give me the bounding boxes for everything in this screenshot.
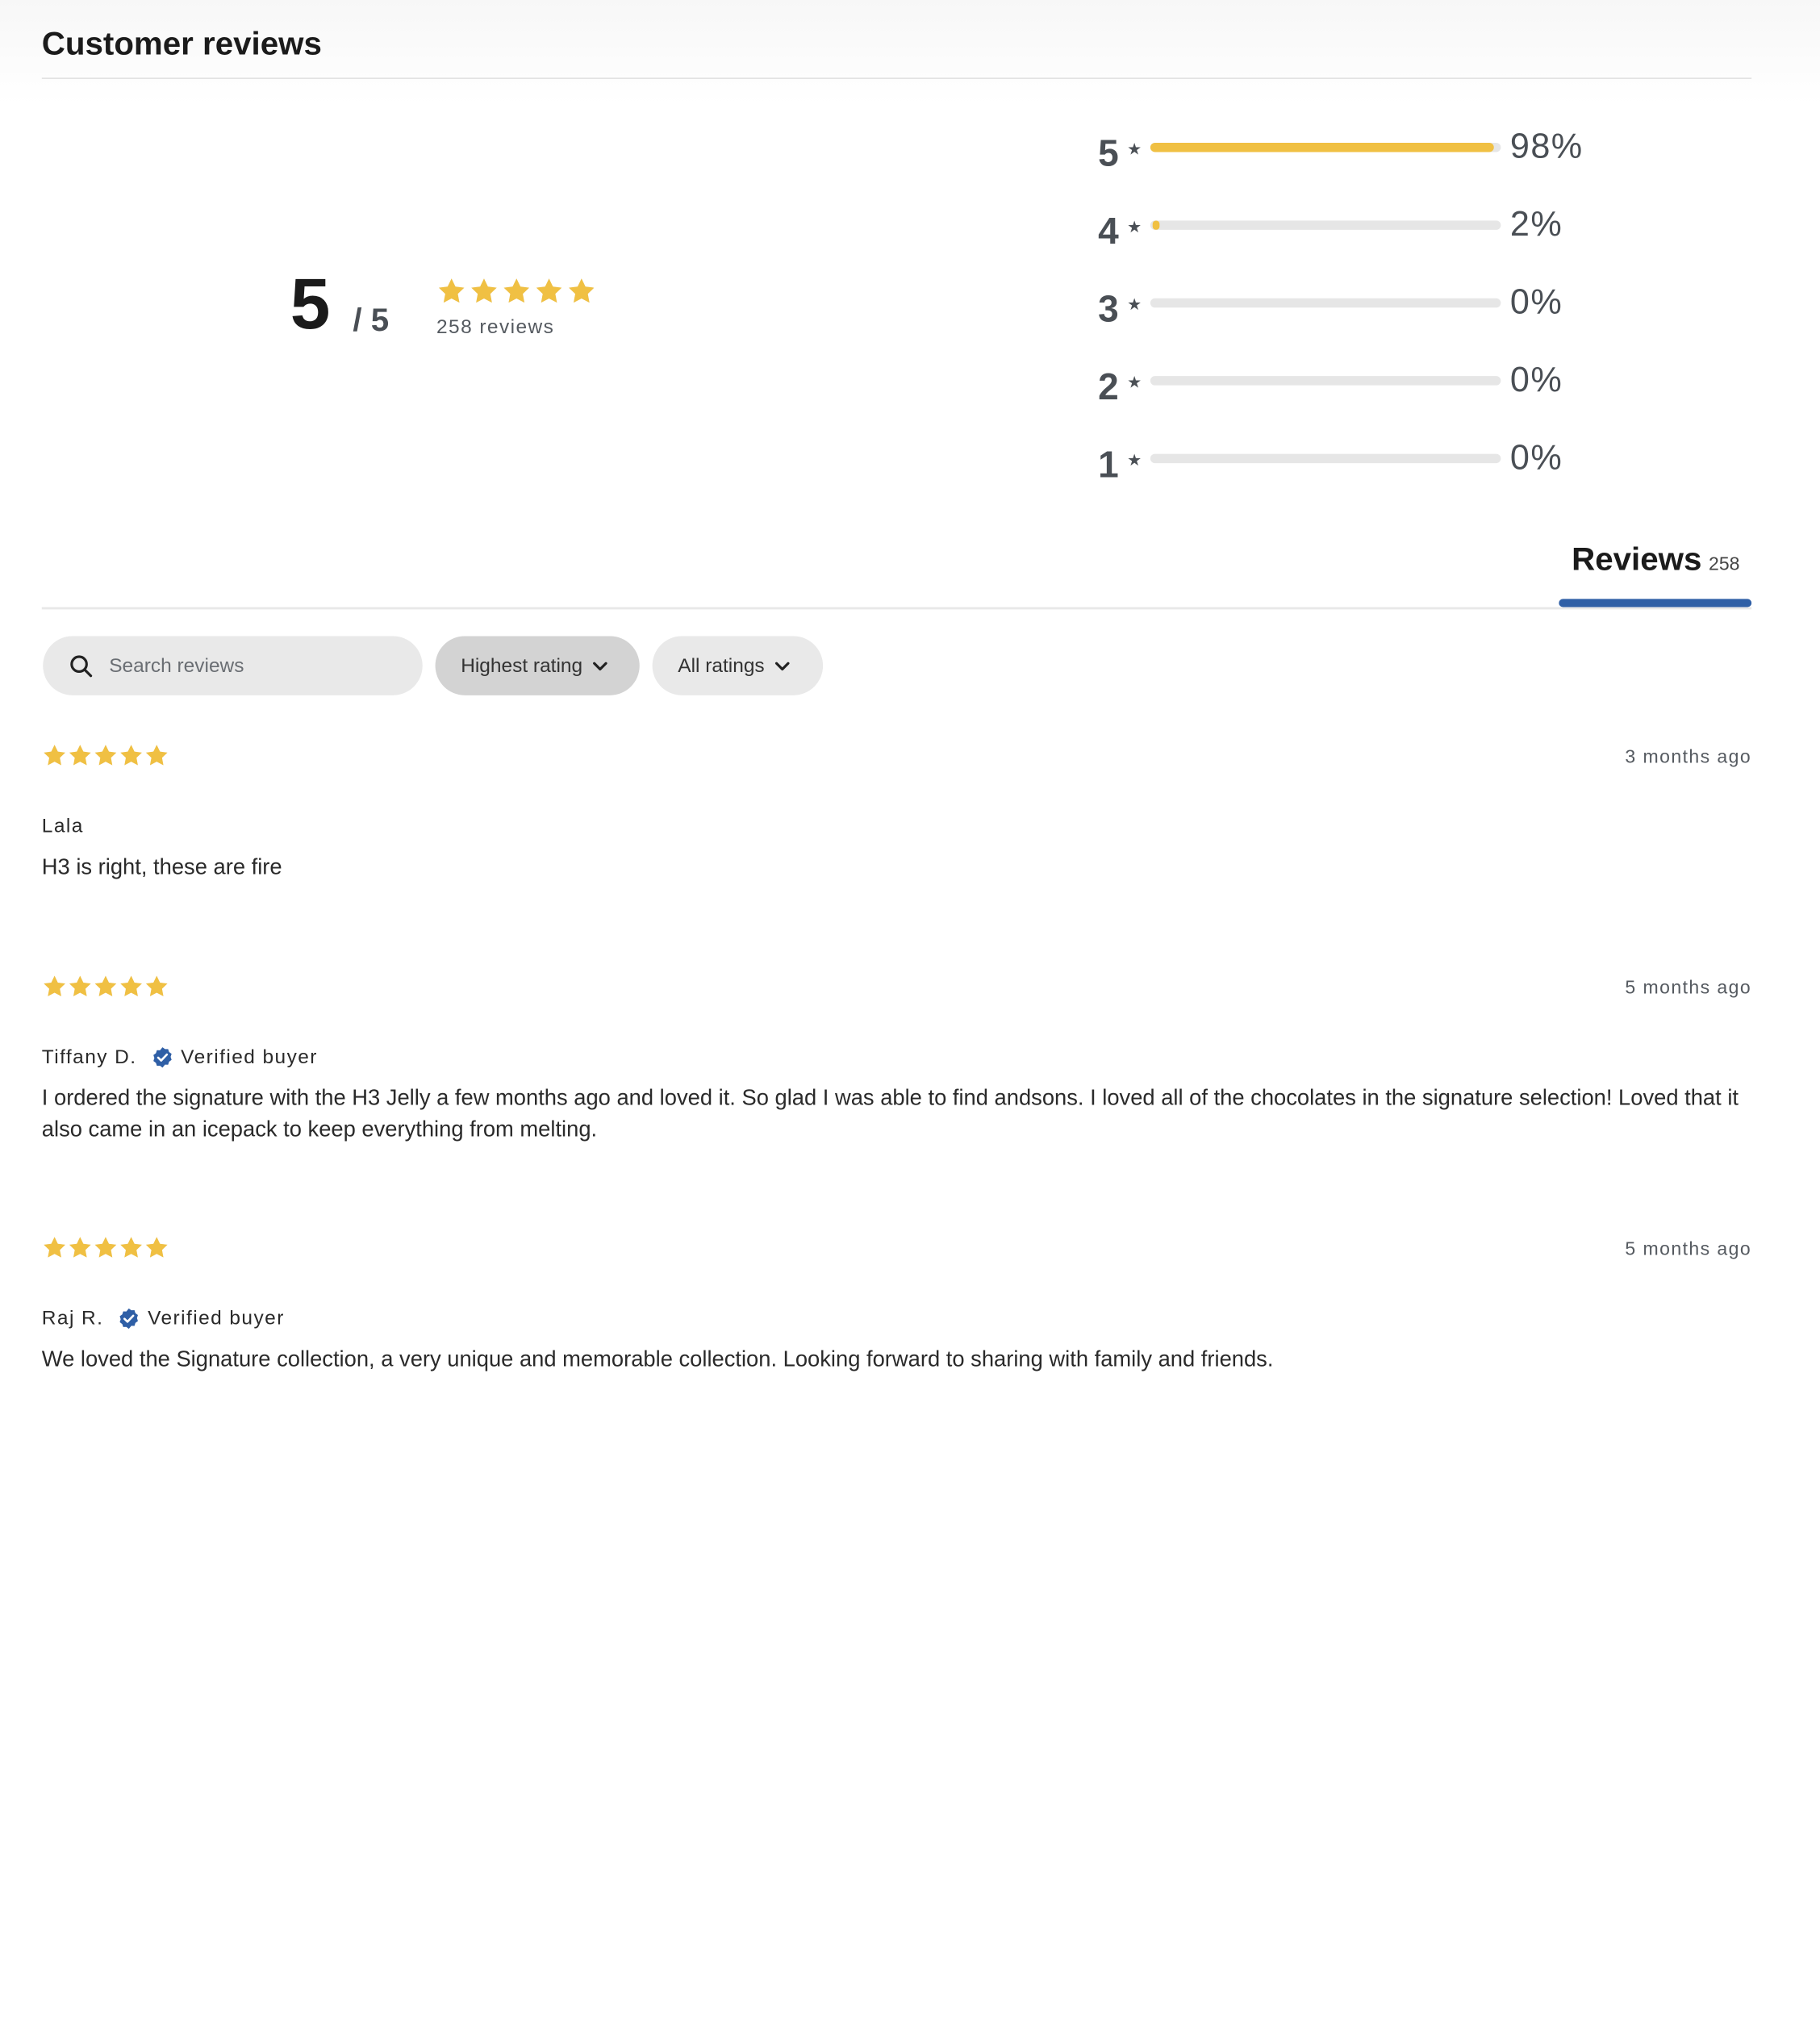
star-icon bbox=[119, 1235, 144, 1261]
star-icon bbox=[93, 974, 119, 1000]
tab-reviews[interactable]: Reviews 258 bbox=[1572, 541, 1739, 578]
reviews-section: Customer reviews 5 / 5 258 reviews 5 ★ 9… bbox=[0, 0, 1820, 1411]
divider bbox=[41, 77, 1752, 79]
summary-star-rating bbox=[436, 276, 597, 306]
star-icon bbox=[436, 276, 466, 306]
star-icon bbox=[534, 276, 564, 306]
chevron-down-icon bbox=[592, 661, 607, 670]
distribution-star-number: 3 bbox=[1098, 287, 1119, 330]
search-icon bbox=[70, 654, 93, 677]
tab-reviews-label: Reviews bbox=[1572, 541, 1702, 578]
review-date: 5 months ago bbox=[1625, 1239, 1752, 1260]
review-date: 3 months ago bbox=[1625, 747, 1752, 768]
distribution-bar bbox=[1150, 220, 1501, 230]
sort-dropdown[interactable]: Highest rating bbox=[435, 636, 640, 695]
distribution-percent: 0% bbox=[1509, 438, 1563, 478]
distribution-bar bbox=[1150, 453, 1501, 464]
average-score: 5 bbox=[290, 265, 331, 345]
chevron-down-icon bbox=[774, 661, 790, 670]
review-date: 5 months ago bbox=[1625, 978, 1752, 999]
search-input[interactable] bbox=[106, 653, 402, 678]
verified-buyer-label: Verified buyer bbox=[181, 1046, 318, 1068]
divider bbox=[41, 607, 1752, 610]
distribution-star-number: 2 bbox=[1098, 365, 1119, 408]
star-icon bbox=[67, 974, 93, 1000]
star-icon bbox=[144, 974, 169, 1000]
review-author: Raj R. Verified buyer bbox=[42, 1307, 285, 1330]
distribution-row-5[interactable]: 5 ★ 98% bbox=[1098, 125, 1632, 202]
star-icon bbox=[502, 276, 532, 306]
star-icon bbox=[93, 743, 119, 769]
star-icon bbox=[42, 1235, 68, 1261]
distribution-star-number: 4 bbox=[1098, 210, 1119, 253]
verified-badge-icon bbox=[152, 1047, 172, 1068]
star-icon: ★ bbox=[1127, 139, 1142, 158]
distribution-bar bbox=[1150, 376, 1501, 386]
distribution-row-1[interactable]: 1 ★ 0% bbox=[1098, 436, 1632, 514]
review-stars bbox=[42, 1235, 169, 1261]
score-out-of: / 5 bbox=[353, 302, 390, 338]
review-stars bbox=[42, 974, 169, 1000]
distribution-bar bbox=[1150, 142, 1501, 152]
verified-buyer-label: Verified buyer bbox=[148, 1307, 285, 1330]
star-icon bbox=[42, 974, 68, 1000]
star-icon bbox=[42, 743, 68, 769]
review-count: 258 reviews bbox=[436, 315, 555, 338]
star-icon bbox=[67, 743, 93, 769]
verified-badge-icon bbox=[119, 1308, 139, 1330]
review-stars bbox=[42, 743, 169, 769]
review-author-name: Tiffany D. bbox=[41, 1046, 137, 1068]
distribution-row-2[interactable]: 2 ★ 0% bbox=[1098, 359, 1632, 436]
review-body: We loved the Signature collection, a ver… bbox=[41, 1347, 1274, 1372]
tab-reviews-count: 258 bbox=[1709, 554, 1740, 575]
star-icon bbox=[144, 1235, 169, 1261]
review-author: Tiffany D. Verified buyer bbox=[42, 1046, 318, 1069]
star-icon bbox=[469, 276, 499, 306]
section-title: Customer reviews bbox=[41, 25, 322, 62]
page: Customer reviews 5 / 5 258 reviews 5 ★ 9… bbox=[0, 0, 1820, 2029]
distribution-star-number: 1 bbox=[1098, 443, 1119, 486]
sort-dropdown-label: Highest rating bbox=[461, 653, 583, 677]
rating-filter-dropdown[interactable]: All ratings bbox=[652, 636, 824, 695]
distribution-bar bbox=[1150, 298, 1501, 308]
distribution-row-3[interactable]: 3 ★ 0% bbox=[1098, 281, 1632, 358]
distribution-bar-fill bbox=[1150, 142, 1494, 152]
star-icon: ★ bbox=[1127, 217, 1142, 236]
search-box bbox=[43, 636, 423, 695]
star-icon bbox=[93, 1235, 119, 1261]
star-icon bbox=[67, 1235, 93, 1261]
distribution-star-number: 5 bbox=[1098, 132, 1119, 174]
distribution-row-4[interactable]: 4 ★ 2% bbox=[1098, 203, 1632, 281]
distribution-percent: 0% bbox=[1509, 361, 1563, 399]
distribution-bar-fill bbox=[1152, 220, 1160, 230]
star-icon: ★ bbox=[1127, 372, 1142, 391]
review-author: Lala bbox=[42, 815, 84, 838]
star-icon bbox=[119, 743, 144, 769]
review-body: H3 is right, these are fire bbox=[41, 855, 282, 880]
distribution-percent: 2% bbox=[1509, 205, 1563, 244]
star-icon bbox=[566, 276, 596, 306]
distribution-percent: 98% bbox=[1509, 127, 1584, 166]
review-body: I ordered the signature with the H3 Jell… bbox=[41, 1086, 1739, 1142]
star-icon: ★ bbox=[1127, 450, 1142, 470]
star-icon: ★ bbox=[1127, 294, 1142, 314]
rating-filter-label: All ratings bbox=[678, 653, 765, 677]
rating-distribution: 5 ★ 98% 4 ★ 2% 3 ★ 0% 2 ★ 0% 1 ★ 0% bbox=[1098, 125, 1632, 514]
star-icon bbox=[144, 743, 169, 769]
review-author-name: Raj R. bbox=[41, 1307, 104, 1330]
active-tab-indicator bbox=[1559, 599, 1752, 607]
review-author-name: Lala bbox=[41, 815, 84, 837]
distribution-percent: 0% bbox=[1509, 283, 1563, 322]
star-icon bbox=[119, 974, 144, 1000]
